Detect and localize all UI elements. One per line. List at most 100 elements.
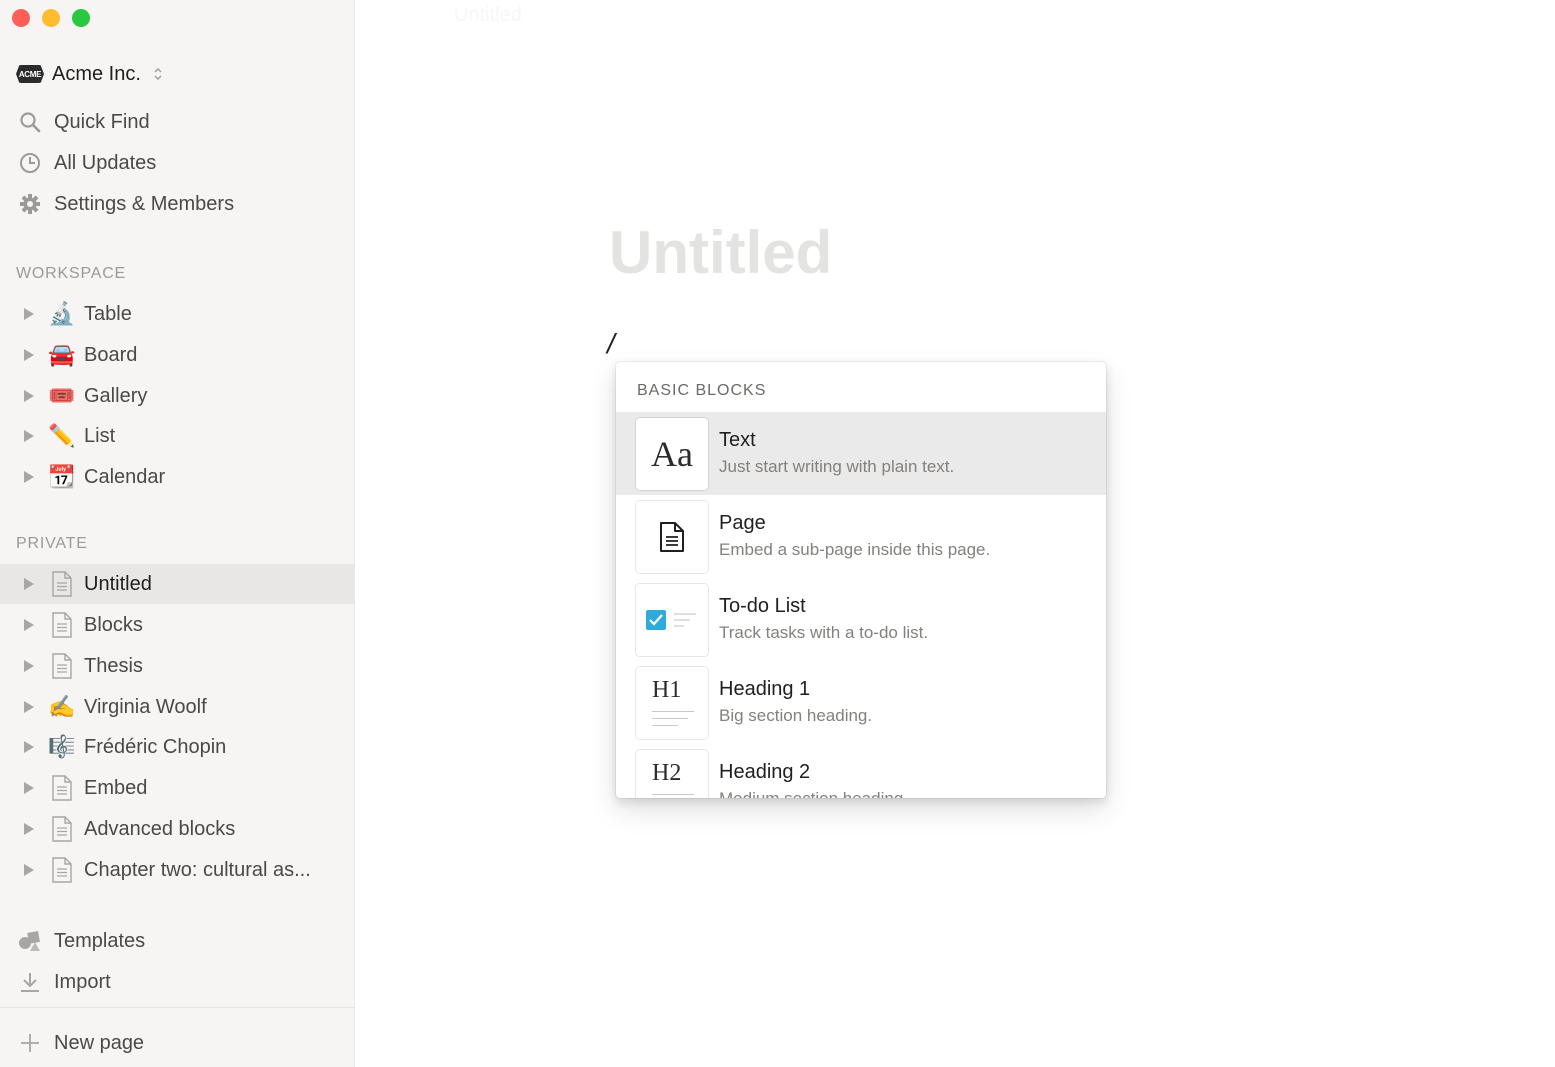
editor-input[interactable]: / xyxy=(607,328,615,360)
pencil-icon: ✏️ xyxy=(48,423,76,448)
microscope-icon: 🔬 xyxy=(48,301,76,326)
menu-item-page[interactable]: Page Embed a sub-page inside this page. xyxy=(616,495,1106,578)
sidebar-item-list[interactable]: ✏️ List xyxy=(0,416,355,456)
expand-arrow-icon[interactable] xyxy=(24,701,34,713)
block-menu: BASIC BLOCKS Aa Text Just start writing … xyxy=(616,362,1106,798)
nav-import[interactable]: Import xyxy=(0,962,355,1002)
sidebar-item-virginia-woolf[interactable]: ✍️ Virginia Woolf xyxy=(0,687,355,727)
car-icon: 🚘 xyxy=(48,342,76,367)
sidebar: ACME Acme Inc. Quick Find All Updates Se… xyxy=(0,0,355,1067)
sidebar-item-label: Calendar xyxy=(84,465,166,488)
menu-item-title: Text xyxy=(719,429,756,451)
page-icon xyxy=(48,611,76,639)
breadcrumb-title[interactable]: Untitled xyxy=(454,4,522,27)
sidebar-item-embed[interactable]: Embed xyxy=(0,768,355,808)
sidebar-item-board[interactable]: 🚘 Board xyxy=(0,335,355,375)
workspace-logo-icon: ACME xyxy=(16,65,44,83)
menu-section-label: BASIC BLOCKS xyxy=(637,382,767,399)
chevron-up-down-icon xyxy=(153,66,163,82)
sidebar-item-label: List xyxy=(84,424,116,447)
sidebar-item-frederic-chopin[interactable]: 🎼 Frédéric Chopin xyxy=(0,727,355,767)
music-score-icon: 🎼 xyxy=(48,734,76,759)
page-icon xyxy=(48,815,76,843)
menu-item-description: Track tasks with a to-do list. xyxy=(719,623,929,642)
search-icon xyxy=(18,110,42,134)
expand-arrow-icon[interactable] xyxy=(24,578,34,590)
sidebar-item-calendar[interactable]: 📆 Calendar xyxy=(0,457,355,497)
nav-quick-find[interactable]: Quick Find xyxy=(0,102,355,142)
expand-arrow-icon[interactable] xyxy=(24,660,34,672)
sidebar-item-label: Thesis xyxy=(84,654,143,677)
workspace-switcher[interactable]: ACME Acme Inc. xyxy=(16,58,163,90)
sidebar-item-advanced-blocks[interactable]: Advanced blocks xyxy=(0,809,355,849)
expand-arrow-icon[interactable] xyxy=(24,390,34,402)
menu-item-heading-2[interactable]: H2 Heading 2 Medium section heading. xyxy=(616,744,1106,798)
page-icon xyxy=(636,501,708,573)
nav-label: Quick Find xyxy=(54,110,150,133)
sidebar-item-label: Virginia Woolf xyxy=(84,695,207,718)
sidebar-item-table[interactable]: 🔬 Table xyxy=(0,294,355,334)
heading2-icon: H2 xyxy=(636,750,708,798)
menu-item-title: Heading 1 xyxy=(719,678,811,700)
sidebar-item-label: Embed xyxy=(84,776,148,799)
checkbox-icon xyxy=(636,584,708,656)
nav-settings-members[interactable]: Settings & Members xyxy=(0,184,355,224)
new-page-button[interactable]: New page xyxy=(0,1023,355,1063)
expand-arrow-icon[interactable] xyxy=(24,471,34,483)
page-icon xyxy=(48,774,76,802)
nav-label: Import xyxy=(54,970,111,993)
sidebar-item-chapter-two[interactable]: Chapter two: cultural as... xyxy=(0,850,355,890)
text-icon: Aa xyxy=(636,418,708,490)
heading1-icon: H1 xyxy=(636,667,708,739)
menu-item-description: Just start writing with plain text. xyxy=(719,457,955,476)
expand-arrow-icon[interactable] xyxy=(24,619,34,631)
new-page-label: New page xyxy=(54,1031,145,1054)
gear-icon xyxy=(18,192,42,216)
sidebar-item-blocks[interactable]: Blocks xyxy=(0,605,355,645)
calendar-icon: 📆 xyxy=(48,464,76,489)
sidebar-item-label: Board xyxy=(84,343,138,366)
menu-item-description: Embed a sub-page inside this page. xyxy=(719,540,991,559)
sidebar-item-thesis[interactable]: Thesis xyxy=(0,646,355,686)
menu-item-heading-1[interactable]: H1 Heading 1 Big section heading. xyxy=(616,661,1106,744)
expand-arrow-icon[interactable] xyxy=(24,864,34,876)
expand-arrow-icon[interactable] xyxy=(24,308,34,320)
menu-item-text[interactable]: Aa Text Just start writing with plain te… xyxy=(616,412,1106,495)
private-section-label: PRIVATE xyxy=(16,535,88,552)
page-title-placeholder[interactable]: Untitled xyxy=(609,218,832,287)
menu-item-title: Heading 2 xyxy=(719,761,811,783)
sidebar-item-label: Advanced blocks xyxy=(84,817,236,840)
menu-item-title: Page xyxy=(719,512,766,534)
close-window-button[interactable] xyxy=(12,9,30,27)
expand-arrow-icon[interactable] xyxy=(24,349,34,361)
shapes-icon xyxy=(18,929,42,953)
minimize-window-button[interactable] xyxy=(42,9,60,27)
nav-all-updates[interactable]: All Updates xyxy=(0,143,355,183)
expand-arrow-icon[interactable] xyxy=(24,823,34,835)
page-icon xyxy=(48,856,76,884)
sidebar-item-label: Blocks xyxy=(84,613,143,636)
sidebar-item-label: Frédéric Chopin xyxy=(84,735,227,758)
menu-item-description: Medium section heading. xyxy=(719,789,908,798)
page-icon xyxy=(48,570,76,598)
page-icon xyxy=(48,652,76,680)
maximize-window-button[interactable] xyxy=(72,9,90,27)
sidebar-item-gallery[interactable]: 🎟️ Gallery xyxy=(0,376,355,416)
download-icon xyxy=(18,970,42,994)
nav-templates[interactable]: Templates xyxy=(0,921,355,961)
menu-item-todo-list[interactable]: To-do List Track tasks with a to-do list… xyxy=(616,578,1106,661)
nav-label: All Updates xyxy=(54,151,157,174)
nav-label: Templates xyxy=(54,929,146,952)
nav-label: Settings & Members xyxy=(54,192,235,215)
plus-icon xyxy=(18,1031,42,1055)
writing-hand-icon: ✍️ xyxy=(48,694,76,719)
sidebar-item-label: Untitled xyxy=(84,572,152,595)
sidebar-item-label: Table xyxy=(84,302,132,325)
sidebar-item-label: Chapter two: cultural as... xyxy=(84,858,311,881)
sidebar-item-untitled[interactable]: Untitled xyxy=(0,564,355,604)
workspace-section-label: WORKSPACE xyxy=(16,265,127,282)
expand-arrow-icon[interactable] xyxy=(24,782,34,794)
expand-arrow-icon[interactable] xyxy=(24,430,34,442)
expand-arrow-icon[interactable] xyxy=(24,741,34,753)
clock-icon xyxy=(18,151,42,175)
